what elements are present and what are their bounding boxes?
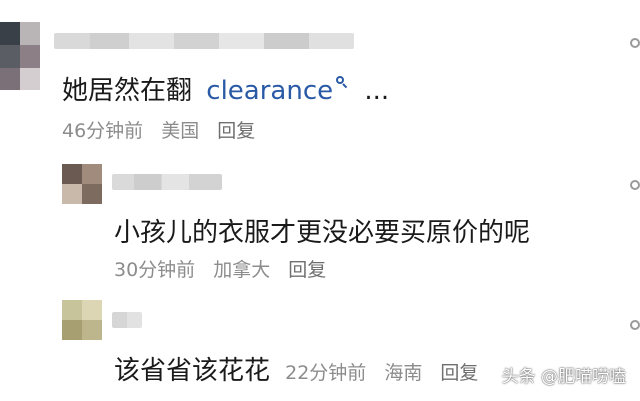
username-blurred[interactable] <box>112 174 222 190</box>
more-icon[interactable] <box>630 320 640 330</box>
username-blurred[interactable] <box>54 33 354 49</box>
timestamp: 22分钟前 <box>285 362 367 384</box>
clearance-link[interactable]: clearance <box>206 76 348 106</box>
comment-text: 小孩儿的衣服才更没必要买原价的呢 <box>114 218 531 248</box>
timestamp: 46分钟前 <box>62 120 144 142</box>
comment-body: 她居然在翻 <box>62 76 193 106</box>
reply-button[interactable]: 回复 <box>217 120 255 142</box>
more-icon[interactable] <box>630 38 640 48</box>
search-icon[interactable] <box>336 76 348 89</box>
comment-body: 该省省该花花 <box>114 356 271 386</box>
comment-meta: 30分钟前 加拿大 回复 <box>114 255 338 282</box>
reply-button[interactable]: 回复 <box>440 362 478 384</box>
comment-text: 该省省该花花 22分钟前 海南 回复 <box>114 350 490 387</box>
avatar[interactable] <box>62 300 102 340</box>
timestamp: 30分钟前 <box>114 259 196 281</box>
comment-meta: 46分钟前 美国 回复 <box>62 116 267 143</box>
avatar[interactable] <box>0 22 40 90</box>
reply-button[interactable]: 回复 <box>288 259 326 281</box>
location: 加拿大 <box>213 259 271 281</box>
comment-text: 她居然在翻 clearance ... <box>62 70 389 107</box>
username-blurred[interactable] <box>112 312 142 328</box>
ellipsis[interactable]: ... <box>364 76 389 106</box>
comment-meta: 22分钟前 海南 回复 <box>285 362 490 384</box>
location: 海南 <box>384 362 423 384</box>
link-text[interactable]: clearance <box>206 76 333 106</box>
more-icon[interactable] <box>630 180 640 190</box>
avatar[interactable] <box>62 164 102 204</box>
watermark: 头条 @肥喵唠嗑 <box>501 367 626 387</box>
location: 美国 <box>161 120 200 142</box>
